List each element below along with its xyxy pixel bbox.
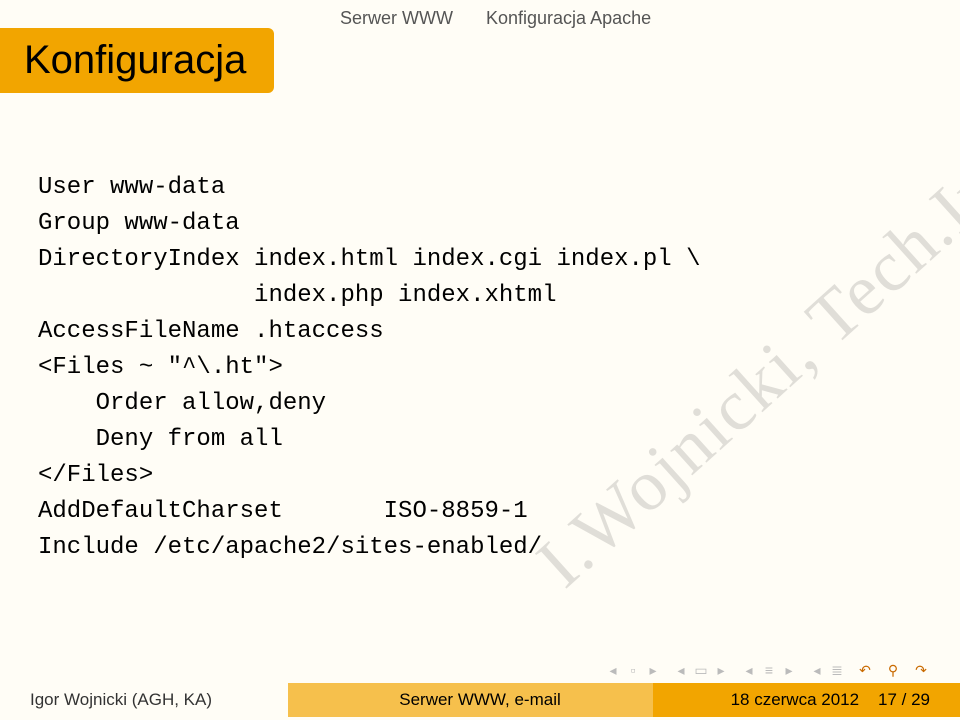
nav-section-icon[interactable]: ▫ bbox=[624, 662, 642, 678]
code-line: Order allow,deny bbox=[38, 390, 326, 417]
nav-prev-frame-icon[interactable]: ◂ bbox=[672, 662, 690, 678]
nav-next-frame-icon[interactable]: ▸ bbox=[712, 662, 730, 678]
nav-redo-icon[interactable]: ↷ bbox=[912, 662, 930, 678]
code-line: index.php index.xhtml bbox=[38, 282, 556, 309]
breadcrumb: Serwer WWW Konfiguracja Apache bbox=[340, 8, 679, 29]
nav-fwd-subsection-icon[interactable]: ▸ bbox=[780, 662, 798, 678]
nav-first-icon[interactable]: ◂ bbox=[604, 662, 622, 678]
breadcrumb-subsection[interactable]: Konfiguracja Apache bbox=[486, 8, 651, 28]
footer-date: 18 czerwca 2012 bbox=[731, 690, 860, 709]
nav-next-icon[interactable]: ▸ bbox=[644, 662, 662, 678]
footer-title: Serwer WWW, e-mail bbox=[399, 690, 561, 710]
nav-search-icon[interactable]: ⚲ bbox=[884, 662, 902, 678]
code-line: <Files ~ "^\.ht"> bbox=[38, 354, 283, 381]
nav-back-subsection-icon[interactable]: ◂ bbox=[740, 662, 758, 678]
slide-title: Konfiguracja bbox=[24, 38, 246, 83]
code-line: Include /etc/apache2/sites-enabled/ bbox=[38, 534, 542, 561]
code-line: AccessFileName .htaccess bbox=[38, 318, 384, 345]
code-line: Deny from all bbox=[38, 426, 283, 453]
code-line: AddDefaultCharset ISO-8859-1 bbox=[38, 498, 528, 525]
footer-page: 18 czerwca 2012 17 / 29 bbox=[731, 690, 930, 710]
footer-pagenum: 17 / 29 bbox=[878, 690, 930, 709]
nav-menu-icon[interactable]: ≣ bbox=[828, 662, 846, 678]
nav-controls: ◂ ▫ ▸ ◂ ▭ ▸ ◂ ≡ ▸ ◂ ≣ ↶ ⚲ ↷ bbox=[604, 662, 930, 678]
nav-back-icon[interactable]: ◂ bbox=[808, 662, 826, 678]
slide-title-bar: Konfiguracja bbox=[0, 28, 274, 93]
footer: Igor Wojnicki (AGH, KA) Serwer WWW, e-ma… bbox=[0, 683, 960, 717]
footer-author: Igor Wojnicki (AGH, KA) bbox=[30, 690, 212, 710]
nav-frame-icon[interactable]: ▭ bbox=[692, 662, 710, 678]
breadcrumb-section[interactable]: Serwer WWW bbox=[340, 8, 453, 28]
code-line: User www-data bbox=[38, 174, 225, 201]
config-code-block: User www-data Group www-data DirectoryIn… bbox=[38, 170, 922, 566]
nav-toc-icon[interactable]: ≡ bbox=[760, 662, 778, 678]
slide-content: User www-data Group www-data DirectoryIn… bbox=[38, 170, 922, 566]
code-line: DirectoryIndex index.html index.cgi inde… bbox=[38, 246, 701, 273]
nav-undo-icon[interactable]: ↶ bbox=[856, 662, 874, 678]
code-line: </Files> bbox=[38, 462, 153, 489]
code-line: Group www-data bbox=[38, 210, 240, 237]
